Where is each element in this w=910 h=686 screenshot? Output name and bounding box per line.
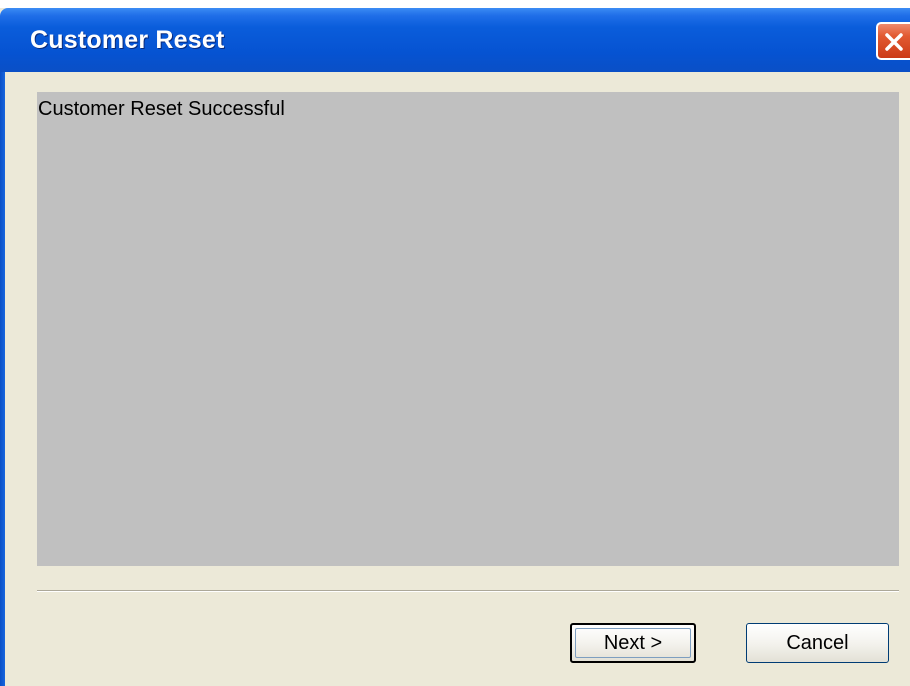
close-button[interactable] bbox=[876, 22, 910, 60]
window-title: Customer Reset bbox=[30, 26, 225, 54]
close-icon bbox=[885, 33, 903, 51]
status-message: Customer Reset Successful bbox=[38, 98, 285, 120]
window-left-border bbox=[0, 72, 5, 686]
title-bar[interactable]: Customer Reset bbox=[0, 8, 910, 72]
cancel-button[interactable]: Cancel bbox=[746, 623, 889, 663]
separator-line bbox=[37, 590, 899, 592]
next-button[interactable]: Next > bbox=[570, 623, 696, 663]
dialog-window: Customer Reset Customer Reset Successful… bbox=[0, 8, 910, 686]
message-panel: Customer Reset Successful bbox=[37, 92, 899, 566]
